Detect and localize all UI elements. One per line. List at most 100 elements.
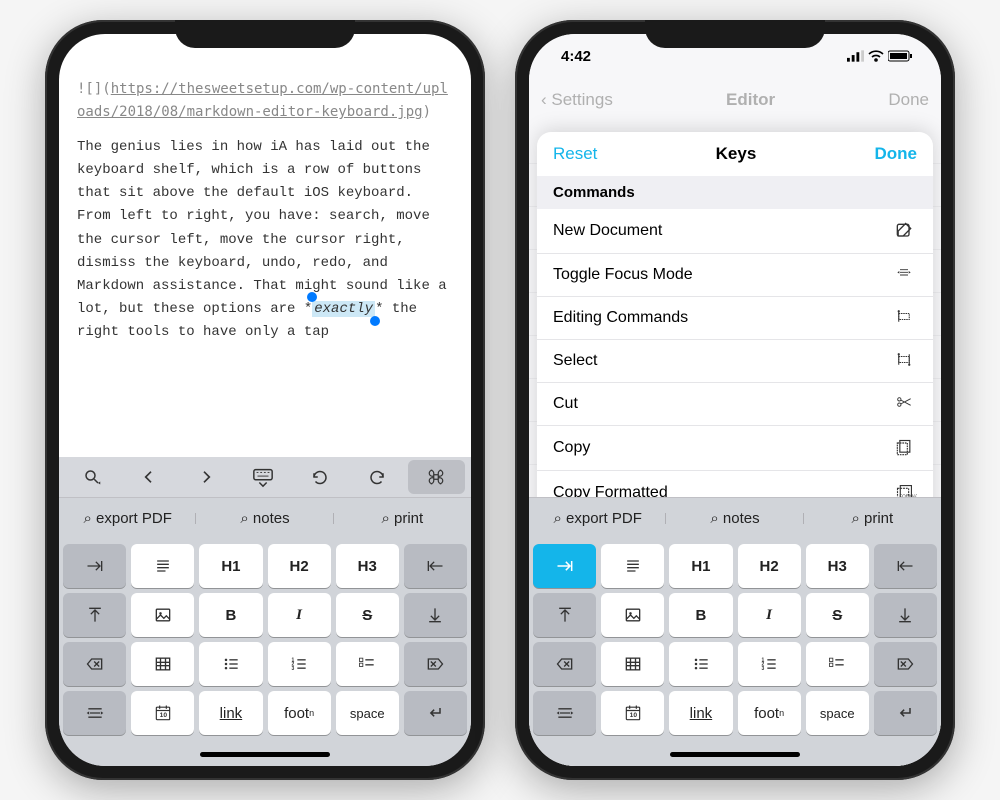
editor-paragraph[interactable]: The genius lies in how iA has laid out t… — [77, 136, 453, 344]
table-key[interactable] — [601, 642, 664, 686]
paragraph-pre: The genius lies in how iA has laid out t… — [77, 139, 455, 317]
h2-key[interactable]: H2 — [268, 544, 331, 588]
markdown-keyboard: H1 H2 H3 B I S 123 — [59, 539, 471, 742]
return-key[interactable] — [404, 691, 467, 735]
numbered-list-key[interactable]: 123 — [268, 642, 331, 686]
cmd-new-document[interactable]: New Document — [537, 209, 933, 254]
md-image-prefix: ![]( — [77, 81, 111, 97]
move-up-key[interactable] — [63, 593, 126, 637]
wifi-icon — [868, 50, 884, 62]
cmd-copy[interactable]: Copy — [537, 426, 933, 471]
status-bar: 4:42 — [529, 34, 941, 78]
sheet-title: Keys — [716, 144, 757, 164]
italic-key[interactable]: I — [738, 593, 801, 637]
cmd-editing-commands[interactable]: Editing Commands — [537, 297, 933, 340]
focus-toggle-key[interactable] — [533, 691, 596, 735]
nav-title: Editor — [726, 90, 775, 110]
delete-word-left-key[interactable] — [63, 642, 126, 686]
phone-left: ![](https://thesweetsetup.com/wp-content… — [45, 20, 485, 780]
tab-left-key[interactable] — [874, 544, 937, 588]
svg-text:3: 3 — [762, 666, 765, 672]
table-key[interactable] — [131, 642, 194, 686]
tab-right-key[interactable] — [63, 544, 126, 588]
home-indicator[interactable] — [529, 742, 941, 766]
nav-back: ‹ Settings — [541, 90, 613, 110]
status-icons — [847, 50, 913, 62]
command-icon[interactable] — [408, 460, 465, 494]
strikethrough-key[interactable]: S — [806, 593, 869, 637]
svg-text:10: 10 — [629, 712, 637, 719]
footnote-key[interactable]: footn — [268, 691, 331, 735]
suggestion-1[interactable]: ⌕ export PDF — [59, 510, 196, 527]
suggestion-bar: ⌕ export PDF ⌕ notes ⌕ print — [59, 497, 471, 539]
image-key[interactable] — [131, 593, 194, 637]
bold-key[interactable]: B — [199, 593, 262, 637]
screen-right: 4:42 ‹ Settings Editor Done Reset Keys D… — [529, 34, 941, 766]
home-indicator[interactable] — [59, 742, 471, 766]
section-commands: Commands — [537, 176, 933, 209]
compose-icon — [891, 221, 917, 241]
suggestion-bar: ⌕ export PDF ⌕ notes ⌕ print — [529, 497, 941, 539]
footnote-key[interactable]: footn — [738, 691, 801, 735]
return-key[interactable] — [874, 691, 937, 735]
undo-icon[interactable] — [292, 457, 349, 497]
focus-toggle-key[interactable] — [63, 691, 126, 735]
md-image-url: https://thesweetsetup.com/wp-content/upl… — [77, 81, 448, 120]
move-up-key[interactable] — [533, 593, 596, 637]
text-selection[interactable]: exactly — [312, 301, 375, 317]
phone-right: 4:42 ‹ Settings Editor Done Reset Keys D… — [515, 20, 955, 780]
cmd-cut[interactable]: Cut — [537, 383, 933, 426]
keyboard-dismiss-icon[interactable] — [234, 457, 291, 497]
bullet-list-key[interactable] — [669, 642, 732, 686]
copy-icon — [891, 438, 917, 458]
scissors-icon — [891, 396, 917, 412]
date-key[interactable]: 10 — [601, 691, 664, 735]
date-key[interactable]: 10 — [131, 691, 194, 735]
suggestion-3[interactable]: ⌕ print — [334, 510, 471, 527]
keyboard-shelf-toolbar — [59, 457, 471, 497]
chevron-right-icon[interactable] — [177, 457, 234, 497]
h2-key[interactable]: H2 — [738, 544, 801, 588]
tab-right-key[interactable] — [533, 544, 596, 588]
space-key[interactable]: space — [336, 691, 399, 735]
cmd-toggle-focus[interactable]: Toggle Focus Mode — [537, 254, 933, 297]
paragraph-key[interactable] — [601, 544, 664, 588]
link-key[interactable]: link — [669, 691, 732, 735]
task-list-key[interactable] — [336, 642, 399, 686]
cmd-select[interactable]: Select — [537, 340, 933, 383]
move-down-key[interactable] — [404, 593, 467, 637]
italic-key[interactable]: I — [268, 593, 331, 637]
space-key[interactable]: space — [806, 691, 869, 735]
tab-left-key[interactable] — [404, 544, 467, 588]
h3-key[interactable]: H3 — [806, 544, 869, 588]
focus-icon — [891, 267, 917, 283]
redo-icon[interactable] — [349, 457, 406, 497]
delete-word-right-key[interactable] — [874, 642, 937, 686]
bold-key[interactable]: B — [669, 593, 732, 637]
sheet-done-button[interactable]: Done — [875, 144, 918, 164]
delete-word-right-key[interactable] — [404, 642, 467, 686]
move-down-key[interactable] — [874, 593, 937, 637]
suggestion-1[interactable]: ⌕ export PDF — [529, 510, 666, 527]
delete-word-left-key[interactable] — [533, 642, 596, 686]
selection-handle-end[interactable] — [370, 316, 380, 326]
chevron-left-icon[interactable] — [120, 457, 177, 497]
h3-key[interactable]: H3 — [336, 544, 399, 588]
strikethrough-key[interactable]: S — [336, 593, 399, 637]
h1-key[interactable]: H1 — [199, 544, 262, 588]
link-key[interactable]: link — [199, 691, 262, 735]
paragraph-key[interactable] — [131, 544, 194, 588]
image-key[interactable] — [601, 593, 664, 637]
numbered-list-key[interactable]: 123 — [738, 642, 801, 686]
bullet-list-key[interactable] — [199, 642, 262, 686]
sheet-reset-button[interactable]: Reset — [553, 144, 597, 164]
suggestion-2[interactable]: ⌕ notes — [196, 510, 333, 527]
suggestion-3[interactable]: ⌕ print — [804, 510, 941, 527]
editor-area[interactable]: ![](https://thesweetsetup.com/wp-content… — [59, 78, 471, 457]
task-list-key[interactable] — [806, 642, 869, 686]
battery-icon — [888, 50, 913, 62]
suggestion-2[interactable]: ⌕ notes — [666, 510, 803, 527]
search-icon[interactable] — [63, 457, 120, 497]
cellular-icon — [847, 50, 864, 62]
h1-key[interactable]: H1 — [669, 544, 732, 588]
